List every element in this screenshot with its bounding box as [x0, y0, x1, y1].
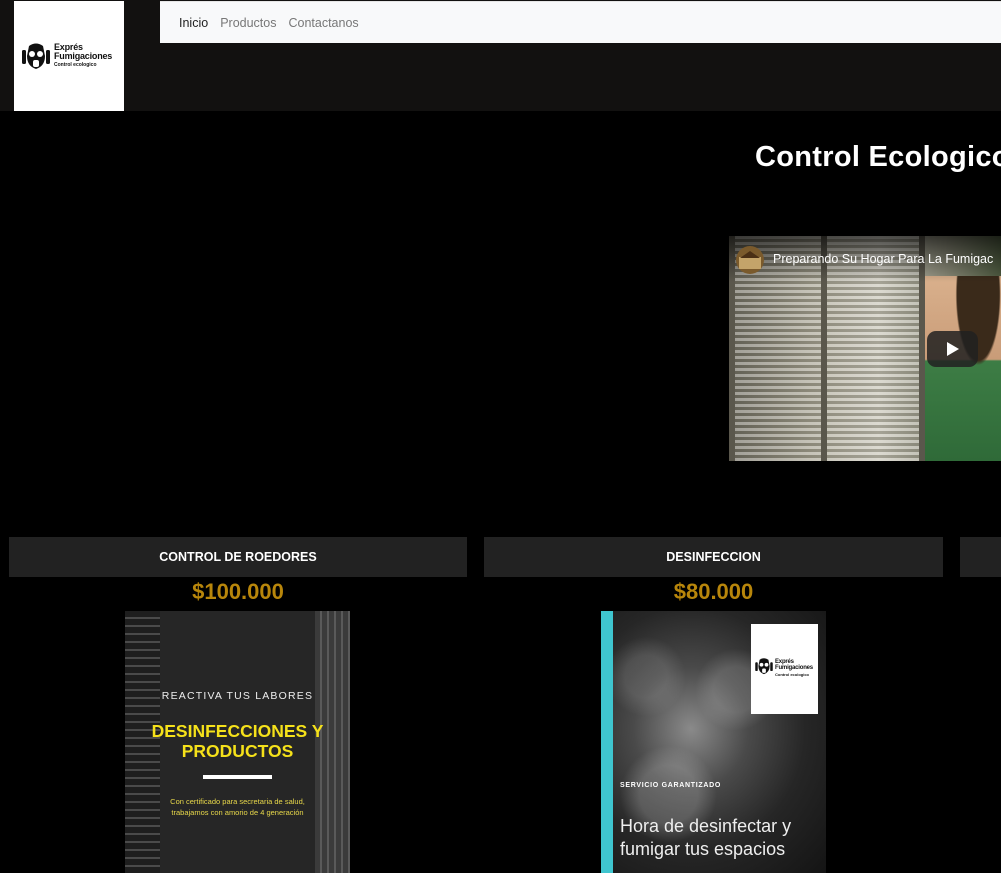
product-price: $80.000	[673, 579, 754, 604]
gas-mask-icon	[22, 43, 50, 69]
poster-brand-text: Exprés Fumigaciones Control ecologico	[775, 659, 813, 677]
brand-tagline: Control ecologico	[775, 672, 809, 677]
brand-logo[interactable]: Exprés Fumigaciones Control ecologico	[14, 1, 124, 111]
product-title	[960, 537, 1001, 577]
poster-title: DESINFECCIONES Y PRODUCTOS	[125, 721, 350, 761]
play-icon[interactable]	[927, 331, 978, 367]
poster-title-line2: PRODUCTOS	[181, 741, 294, 762]
poster-title: Hora de desinfectar y fumigar tus espaci…	[620, 815, 791, 862]
poster-title-line1: DESINFECCIONES Y	[151, 721, 324, 741]
poster-divider	[203, 775, 272, 779]
poster-kicker: REACTIVA TUS LABORES	[161, 690, 314, 702]
video-embed[interactable]: Preparando Su Hogar Para La Fumigac	[729, 236, 1001, 461]
product-image[interactable]: Exprés Fumigaciones Control ecologico SE…	[601, 611, 826, 873]
brand-name-line2: Fumigaciones	[775, 665, 813, 671]
navbar: Inicio Productos Contactanos	[160, 1, 1001, 43]
poster-title-line1: Hora de desinfectar y	[620, 816, 792, 836]
brand-text: Exprés Fumigaciones Control ecologico	[54, 43, 112, 68]
poster-body-line2: trabajamos con amorio de 4 generación	[171, 807, 304, 817]
nav-link-contactanos[interactable]: Contactanos	[288, 16, 358, 30]
video-thumbnail-person	[925, 276, 1001, 461]
nav-links: Inicio Productos Contactanos	[179, 16, 359, 30]
nav-link-productos[interactable]: Productos	[220, 16, 276, 30]
video-title[interactable]: Preparando Su Hogar Para La Fumigac	[773, 252, 993, 266]
product-title: CONTROL DE ROEDORES	[9, 537, 467, 577]
house-icon[interactable]	[736, 246, 764, 274]
product-price: $100.000	[192, 579, 284, 604]
gas-mask-icon	[755, 658, 773, 675]
poster-body-line1: Con certificado para secretaria de salud…	[170, 797, 305, 806]
poster-accent-stripe	[601, 611, 613, 873]
poster-kicker: SERVICIO GARANTIZADO	[620, 782, 721, 789]
poster-body: Con certificado para secretaria de salud…	[125, 797, 350, 819]
poster-brand-logo: Exprés Fumigaciones Control ecologico	[751, 624, 818, 714]
brand-tagline: Control ecologico	[54, 62, 97, 68]
poster-title-line2: fumigar tus espacios	[620, 839, 786, 860]
product-title: DESINFECCION	[484, 537, 943, 577]
nav-link-inicio[interactable]: Inicio	[179, 16, 208, 30]
hero-title: Control Ecologico	[755, 141, 1001, 173]
product-image[interactable]: REACTIVA TUS LABORES DESINFECCIONES Y PR…	[125, 611, 350, 873]
brand-name-line2: Fumigaciones	[54, 51, 113, 61]
